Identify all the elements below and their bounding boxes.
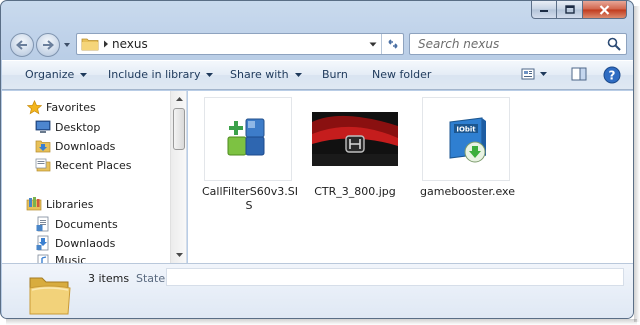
state-label: State: <box>136 272 169 285</box>
new-folder-button[interactable]: New folder <box>372 68 431 81</box>
file-name[interactable]: CTR_3_800.jpg <box>309 185 401 199</box>
address-bar[interactable]: nexus <box>76 33 404 55</box>
share-with-label: Share with <box>230 68 289 81</box>
svg-text:?: ? <box>609 68 616 82</box>
search-box[interactable]: Search nexus <box>409 33 627 55</box>
sidebar-item-recent-places[interactable]: Recent Places <box>35 157 132 173</box>
music-icon <box>35 254 51 263</box>
scroll-down-button[interactable] <box>171 247 187 263</box>
help-icon: ? <box>603 66 621 84</box>
documents-icon <box>35 216 51 232</box>
sidebar-item-music[interactable]: Music <box>35 254 86 263</box>
desktop-label: Desktop <box>55 120 101 134</box>
scrollbar-thumb[interactable] <box>173 108 185 150</box>
file-thumbnail[interactable]: IObit <box>422 97 510 181</box>
music-label: Music <box>55 254 87 263</box>
include-in-library-button[interactable]: Include in library <box>108 68 214 81</box>
maximize-button[interactable] <box>557 1 583 19</box>
close-icon <box>599 4 610 15</box>
downlaods-label: Downlaods <box>55 236 116 250</box>
navigation-pane: Favorites Desktop Downloads Recent Place… <box>2 91 187 263</box>
desktop-icon <box>35 119 51 135</box>
breadcrumb-nexus[interactable]: nexus <box>112 37 148 51</box>
favorites-star-icon <box>26 99 42 115</box>
documents-label: Documents <box>55 217 118 231</box>
new-folder-label: New folder <box>372 68 432 81</box>
file-list: CallFilterS60v3.SI S CTR_3_800.jpg IObit… <box>188 91 633 263</box>
recent-places-label: Recent Places <box>55 158 132 172</box>
burn-button[interactable]: Burn <box>322 68 348 81</box>
libraries-label: Libraries <box>46 197 94 211</box>
change-view-button[interactable] <box>521 67 547 81</box>
caption-buttons <box>531 1 627 19</box>
view-options-icon <box>521 68 535 80</box>
view-options-dropdown-icon <box>540 72 547 76</box>
sidebar-item-desktop[interactable]: Desktop <box>35 119 100 135</box>
preview-pane-button[interactable] <box>571 67 587 81</box>
downloads-label: Downloads <box>55 139 116 153</box>
scroll-up-icon <box>175 97 183 101</box>
share-with-button[interactable]: Share with <box>230 68 302 81</box>
search-icon[interactable] <box>607 37 621 51</box>
folder-large-icon <box>29 277 71 315</box>
file-thumbnail[interactable] <box>311 97 399 181</box>
folder-icon <box>81 38 99 51</box>
refresh-icon <box>387 39 398 49</box>
help-button[interactable]: ? <box>603 66 621 84</box>
breadcrumb-separator-icon[interactable] <box>103 40 109 48</box>
file-name-continued[interactable]: S <box>202 199 296 213</box>
preview-pane-icon <box>571 67 587 81</box>
scroll-down-icon <box>175 253 183 257</box>
recent-places-icon <box>35 157 51 173</box>
close-button[interactable] <box>583 1 627 19</box>
sidebar-item-downlaods[interactable]: Downlaods <box>35 235 115 251</box>
sidebar-libraries[interactable]: Libraries <box>26 196 94 212</box>
file-name[interactable]: CallFilterS60v3.SI <box>202 185 298 199</box>
command-bar: Organize Include in library Share with B… <box>2 60 633 90</box>
explorer-window: nexus Search nexus Organize Include in l… <box>0 0 634 319</box>
back-button[interactable] <box>10 33 34 57</box>
recent-pages-dropdown-icon[interactable] <box>63 41 71 49</box>
refresh-button[interactable] <box>381 34 403 54</box>
sis-package-icon <box>227 118 265 156</box>
organize-button[interactable]: Organize <box>25 68 88 81</box>
downloads-icon <box>35 138 51 154</box>
file-thumbnail[interactable] <box>204 97 292 181</box>
favorites-label: Favorites <box>46 100 96 114</box>
sidebar-favorites[interactable]: Favorites <box>26 99 96 115</box>
sidebar-item-downloads[interactable]: Downloads <box>35 138 115 154</box>
address-dropdown-icon[interactable] <box>369 42 377 47</box>
forward-arrow-icon <box>43 40 54 50</box>
chevron-down-icon <box>206 72 214 77</box>
scroll-up-button[interactable] <box>171 91 187 107</box>
maximize-icon <box>564 5 575 14</box>
downloads-library-icon <box>35 235 51 251</box>
search-input[interactable]: Search nexus <box>418 37 499 51</box>
iobit-installer-icon: IObit <box>449 117 486 163</box>
chevron-down-icon <box>80 72 88 77</box>
item-count: 3 items <box>88 272 130 285</box>
include-in-library-label: Include in library <box>108 68 201 81</box>
details-pane: 3 items State: <box>2 263 633 318</box>
navigation-scrollbar[interactable] <box>170 91 186 263</box>
sidebar-item-documents[interactable]: Documents <box>35 216 118 232</box>
jpg-thumbnail <box>312 112 398 166</box>
forward-button[interactable] <box>36 33 60 57</box>
state-value <box>166 268 624 286</box>
organize-label: Organize <box>25 68 75 81</box>
minimize-button[interactable] <box>531 1 557 19</box>
chevron-down-icon <box>294 72 302 77</box>
back-arrow-icon <box>16 40 27 50</box>
libraries-icon <box>26 196 42 212</box>
file-name[interactable]: gamebooster.exe <box>420 185 515 199</box>
minimize-icon <box>540 9 548 12</box>
svg-text:IObit: IObit <box>456 126 476 134</box>
burn-label: Burn <box>322 68 348 81</box>
